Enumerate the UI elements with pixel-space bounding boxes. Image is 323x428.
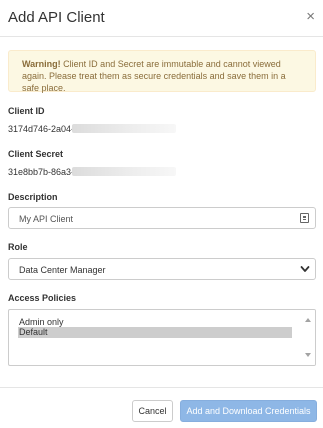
role-selected-value: Data Center Manager [19,265,106,275]
dialog-header: Add API Client × [0,0,323,37]
client-secret-redaction [72,167,176,176]
scroll-down-icon[interactable] [305,353,311,357]
policy-option-default[interactable]: Default [18,327,292,338]
client-id-redaction [72,124,176,133]
cancel-button[interactable]: Cancel [132,400,173,422]
description-input[interactable]: My API Client [8,207,316,229]
dialog-footer: Cancel Add and Download Credentials [0,387,323,428]
add-and-download-button[interactable]: Add and Download Credentials [180,400,317,422]
add-api-client-dialog: Add API Client × Warning! Client ID and … [0,0,323,428]
close-icon[interactable]: × [306,9,315,25]
client-secret-value: 31e8bb7b-86a3- [8,167,75,177]
access-policies-listbox[interactable]: Admin only Default [8,309,316,366]
chevron-down-icon [300,266,310,272]
description-label: Description [8,192,58,202]
warning-text: Client ID and Secret are immutable and c… [22,59,286,93]
role-select[interactable]: Data Center Manager [8,258,316,280]
description-value: My API Client [19,214,74,224]
keyboard-icon [300,213,309,223]
warning-strong: Warning! [22,59,61,69]
scroll-up-icon[interactable] [305,318,311,322]
client-id-label: Client ID [8,106,45,116]
client-secret-label: Client Secret [8,149,64,159]
dialog-title: Add API Client [8,9,105,26]
listbox-scrollbar[interactable] [301,310,315,365]
client-id-value: 3174d746-2a04- [8,124,75,134]
warning-alert: Warning! Client ID and Secret are immuta… [8,50,316,93]
access-policies-label: Access Policies [8,293,77,303]
role-label: Role [8,242,28,252]
